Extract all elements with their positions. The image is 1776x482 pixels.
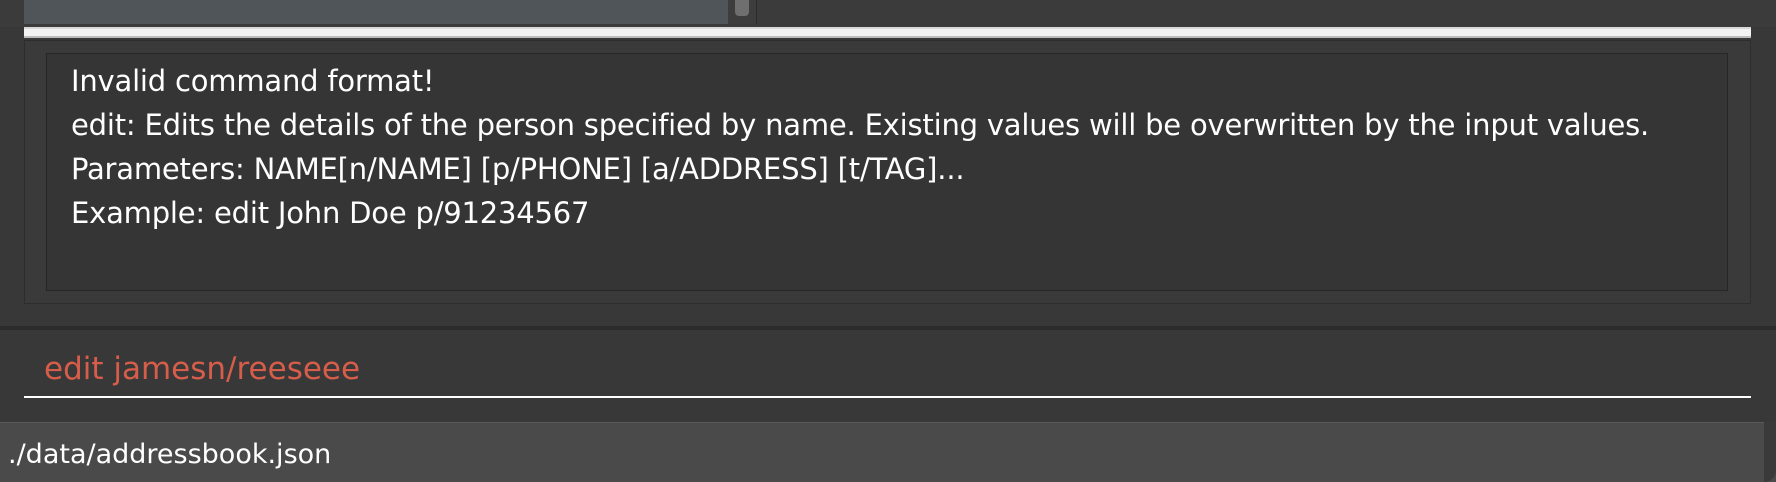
person-list-panel[interactable] (24, 0, 728, 24)
command-box-container (0, 330, 1776, 420)
result-line-parameters: Parameters: NAME[n/NAME] [p/PHONE] [a/AD… (71, 152, 965, 186)
save-location-path: ./data/addressbook.json (8, 439, 332, 470)
result-line-example: Example: edit John Doe p/91234567 (71, 196, 590, 230)
result-line-usage: edit: Edits the details of the person sp… (71, 108, 1650, 142)
result-line-error-title: Invalid command format! (71, 64, 435, 98)
command-input[interactable] (24, 342, 1751, 398)
person-list-region (0, 0, 1776, 27)
window-corner (1764, 422, 1776, 482)
address-book-window: Invalid command format! edit: Edits the … (0, 0, 1776, 482)
scrollbar-thumb[interactable] (735, 0, 749, 16)
result-display: Invalid command format! edit: Edits the … (46, 53, 1728, 291)
status-bar-footer: ./data/addressbook.json (0, 422, 1776, 482)
person-list-scrollbar[interactable] (728, 0, 757, 24)
split-pane-divider[interactable] (24, 27, 1751, 38)
